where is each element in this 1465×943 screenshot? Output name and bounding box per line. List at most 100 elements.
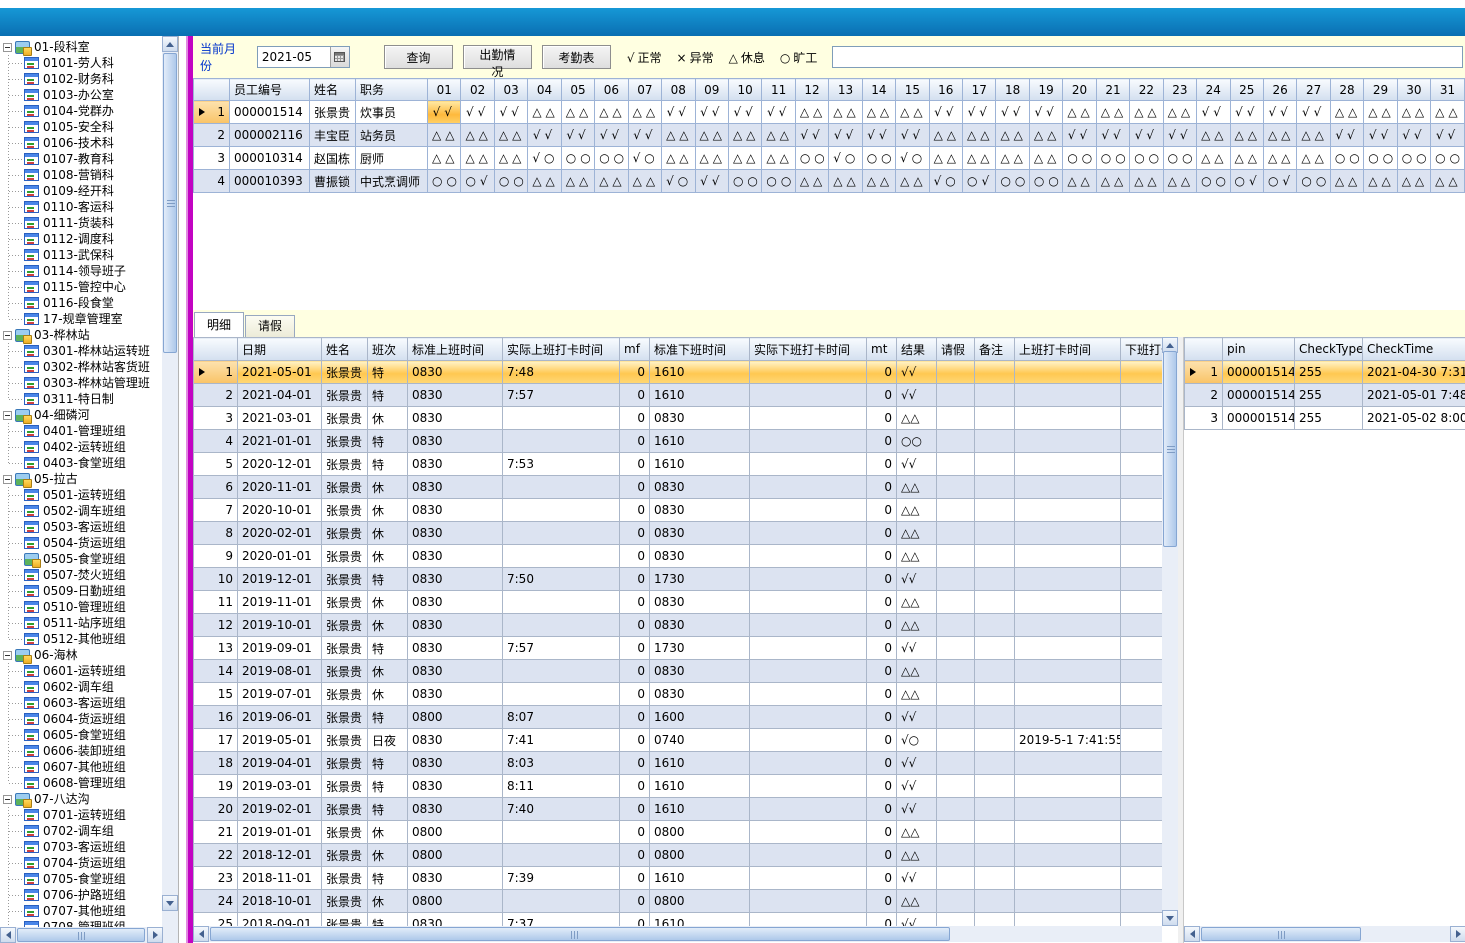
detail-cell[interactable]: 特 xyxy=(368,568,408,591)
row-header[interactable]: 2 xyxy=(1185,384,1223,407)
day-status-cell[interactable]: △△ xyxy=(1197,124,1230,147)
detail-cell[interactable]: 0830 xyxy=(408,913,503,927)
detail-cell[interactable]: 2018-12-01 xyxy=(238,844,322,867)
detail-cell[interactable] xyxy=(937,867,975,890)
detail-cell[interactable] xyxy=(1015,453,1121,476)
detail-cell[interactable] xyxy=(1015,545,1121,568)
tree-item[interactable]: 0503-客运班组 xyxy=(1,519,162,535)
detail-cell[interactable] xyxy=(937,499,975,522)
day-status-cell[interactable]: △△ xyxy=(1431,170,1465,193)
detail-cell[interactable]: 8:11 xyxy=(503,775,620,798)
detail-cell[interactable]: 1610 xyxy=(650,867,750,890)
detail-cell[interactable]: 0830 xyxy=(650,499,750,522)
detail-cell[interactable]: 0 xyxy=(620,775,650,798)
day-column-header[interactable]: 17 xyxy=(963,79,996,101)
detail-vertical-scrollbar[interactable] xyxy=(1162,337,1178,926)
tree-group[interactable]: 07-八达沟 xyxy=(1,791,162,807)
day-status-cell[interactable]: √√ xyxy=(1163,124,1196,147)
tree-item[interactable]: 0303-桦林站管理班 xyxy=(1,375,162,391)
detail-cell[interactable]: 0 xyxy=(867,729,897,752)
detail-cell[interactable]: 0 xyxy=(620,637,650,660)
tree-item[interactable]: 0606-装卸班组 xyxy=(1,743,162,759)
row-header[interactable]: 24 xyxy=(194,890,238,913)
check-hscroll-thumb[interactable] xyxy=(1201,927,1361,941)
detail-cell[interactable] xyxy=(1121,660,1163,683)
day-status-cell[interactable]: △△ xyxy=(728,147,761,170)
tree-item[interactable]: 0703-客运班组 xyxy=(1,839,162,855)
day-status-cell[interactable]: √√ xyxy=(1330,124,1363,147)
detail-cell[interactable] xyxy=(1121,522,1163,545)
tree-item[interactable]: 0502-调车班组 xyxy=(1,503,162,519)
detail-cell[interactable]: 张景贵 xyxy=(322,453,368,476)
detail-cell[interactable]: 7:39 xyxy=(503,867,620,890)
detail-cell[interactable]: 0830 xyxy=(650,476,750,499)
detail-cell[interactable]: 0 xyxy=(867,706,897,729)
row-header[interactable]: 22 xyxy=(194,844,238,867)
check-cell[interactable]: 255 xyxy=(1295,361,1363,384)
detail-cell[interactable] xyxy=(750,499,867,522)
detail-cell[interactable] xyxy=(937,453,975,476)
tree-item[interactable]: 0504-货运班组 xyxy=(1,535,162,551)
day-status-cell[interactable]: △△ xyxy=(1029,147,1062,170)
day-status-cell[interactable]: △△ xyxy=(1130,170,1163,193)
day-status-cell[interactable]: √√ xyxy=(1431,124,1465,147)
detail-cell[interactable]: 特 xyxy=(368,430,408,453)
detail-cell[interactable]: 1610 xyxy=(650,430,750,453)
day-status-cell[interactable]: △△ xyxy=(1230,147,1263,170)
tree-scroll-thumb[interactable] xyxy=(163,53,177,353)
detail-cell[interactable]: 张景贵 xyxy=(322,821,368,844)
row-header[interactable]: 13 xyxy=(194,637,238,660)
tree-item[interactable]: 0114-领导班子 xyxy=(1,263,162,279)
detail-cell[interactable]: 2020-10-01 xyxy=(238,499,322,522)
detail-cell[interactable]: 日夜 xyxy=(368,729,408,752)
day-status-cell[interactable]: △△ xyxy=(896,101,929,124)
detail-cell[interactable] xyxy=(750,729,867,752)
detail-cell[interactable] xyxy=(937,890,975,913)
attendance-status-button[interactable]: 出勤情况 xyxy=(463,45,532,69)
detail-cell[interactable]: 0 xyxy=(620,430,650,453)
detail-cell[interactable]: 张景贵 xyxy=(322,775,368,798)
row-header[interactable]: 1 xyxy=(194,361,238,384)
tree-group[interactable]: 04-细磷河 xyxy=(1,407,162,423)
detail-cell[interactable]: 0830 xyxy=(408,614,503,637)
detail-cell[interactable]: 2021-05-01 xyxy=(238,361,322,384)
detail-cell[interactable]: 张景贵 xyxy=(322,913,368,927)
day-status-cell[interactable]: △△ xyxy=(896,170,929,193)
tree-item[interactable]: 0112-调度科 xyxy=(1,231,162,247)
detail-cell[interactable]: 2020-01-01 xyxy=(238,545,322,568)
column-header[interactable]: 标准下班时间 xyxy=(650,338,750,361)
scroll-down-button[interactable] xyxy=(1162,910,1178,926)
detail-cell[interactable]: 0 xyxy=(620,384,650,407)
detail-cell[interactable]: √○ xyxy=(897,729,937,752)
day-status-cell[interactable]: △△ xyxy=(662,147,695,170)
detail-scroll-thumb[interactable] xyxy=(1163,351,1177,547)
detail-cell[interactable]: 0 xyxy=(867,568,897,591)
detail-cell[interactable]: 2018-09-01 xyxy=(238,913,322,927)
collapse-toggle-icon[interactable] xyxy=(3,43,12,52)
day-status-cell[interactable]: ○○ xyxy=(494,170,527,193)
detail-cell[interactable] xyxy=(1121,821,1163,844)
tree-item[interactable]: 0602-调车组 xyxy=(1,679,162,695)
day-status-cell[interactable]: ○○ xyxy=(595,147,628,170)
detail-cell[interactable]: 0 xyxy=(867,361,897,384)
day-status-cell[interactable]: △△ xyxy=(662,124,695,147)
scroll-down-button[interactable] xyxy=(162,895,178,911)
detail-cell[interactable]: 2019-11-01 xyxy=(238,591,322,614)
day-status-cell[interactable]: △△ xyxy=(695,147,728,170)
detail-cell[interactable] xyxy=(937,384,975,407)
detail-cell[interactable]: 2019-07-01 xyxy=(238,683,322,706)
tree-item[interactable]: 0605-食堂班组 xyxy=(1,727,162,743)
detail-cell[interactable]: 0830 xyxy=(650,407,750,430)
detail-cell[interactable] xyxy=(937,591,975,614)
detail-cell[interactable] xyxy=(1121,913,1163,927)
detail-cell[interactable] xyxy=(1121,844,1163,867)
detail-cell[interactable] xyxy=(975,729,1015,752)
day-status-cell[interactable]: √√ xyxy=(829,124,862,147)
day-status-cell[interactable]: △△ xyxy=(428,147,461,170)
day-status-cell[interactable]: ○○ xyxy=(561,147,594,170)
detail-cell[interactable]: 0800 xyxy=(650,890,750,913)
detail-cell[interactable]: 张景贵 xyxy=(322,752,368,775)
detail-cell[interactable]: 0800 xyxy=(650,844,750,867)
detail-cell[interactable]: √√ xyxy=(897,775,937,798)
detail-cell[interactable]: △△ xyxy=(897,522,937,545)
